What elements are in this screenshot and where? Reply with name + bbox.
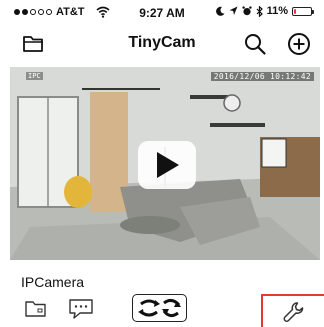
message-icon <box>69 299 93 319</box>
status-icons: 11% <box>215 5 314 17</box>
location-icon <box>229 6 238 15</box>
battery-percent: 11% <box>266 5 288 17</box>
add-camera-button[interactable] <box>285 30 313 58</box>
nav-bar: TinyCam <box>0 28 324 60</box>
battery-icon <box>292 6 314 16</box>
camera-timestamp: 2016/12/06 10:12:42 <box>210 72 314 81</box>
search-icon <box>245 34 266 55</box>
settings-button[interactable] <box>261 294 324 327</box>
search-button[interactable] <box>241 30 269 58</box>
alarm-icon <box>241 6 252 16</box>
folder-icon <box>25 301 46 317</box>
messages-button[interactable] <box>66 297 96 321</box>
bluetooth-icon <box>256 5 263 17</box>
app-title: TinyCam <box>128 34 196 51</box>
camera-overlay-label: IPC <box>26 72 43 80</box>
ptz-icon <box>137 298 181 318</box>
camera-feed[interactable]: IPC 2016/12/06 10:12:42 <box>10 67 320 260</box>
add-icon <box>288 33 310 55</box>
status-bar: AT&T 9:27 AM 11% <box>0 0 324 26</box>
settings-wrench-icon <box>283 301 304 322</box>
ptz-control-button[interactable] <box>132 294 187 322</box>
play-button[interactable] <box>138 141 196 189</box>
camera-name: IPCamera <box>21 274 85 290</box>
camera-toolbar <box>0 293 324 327</box>
moon-icon <box>215 6 225 16</box>
play-icon <box>157 152 179 178</box>
recordings-button[interactable] <box>22 297 50 321</box>
battery-level <box>294 8 296 14</box>
